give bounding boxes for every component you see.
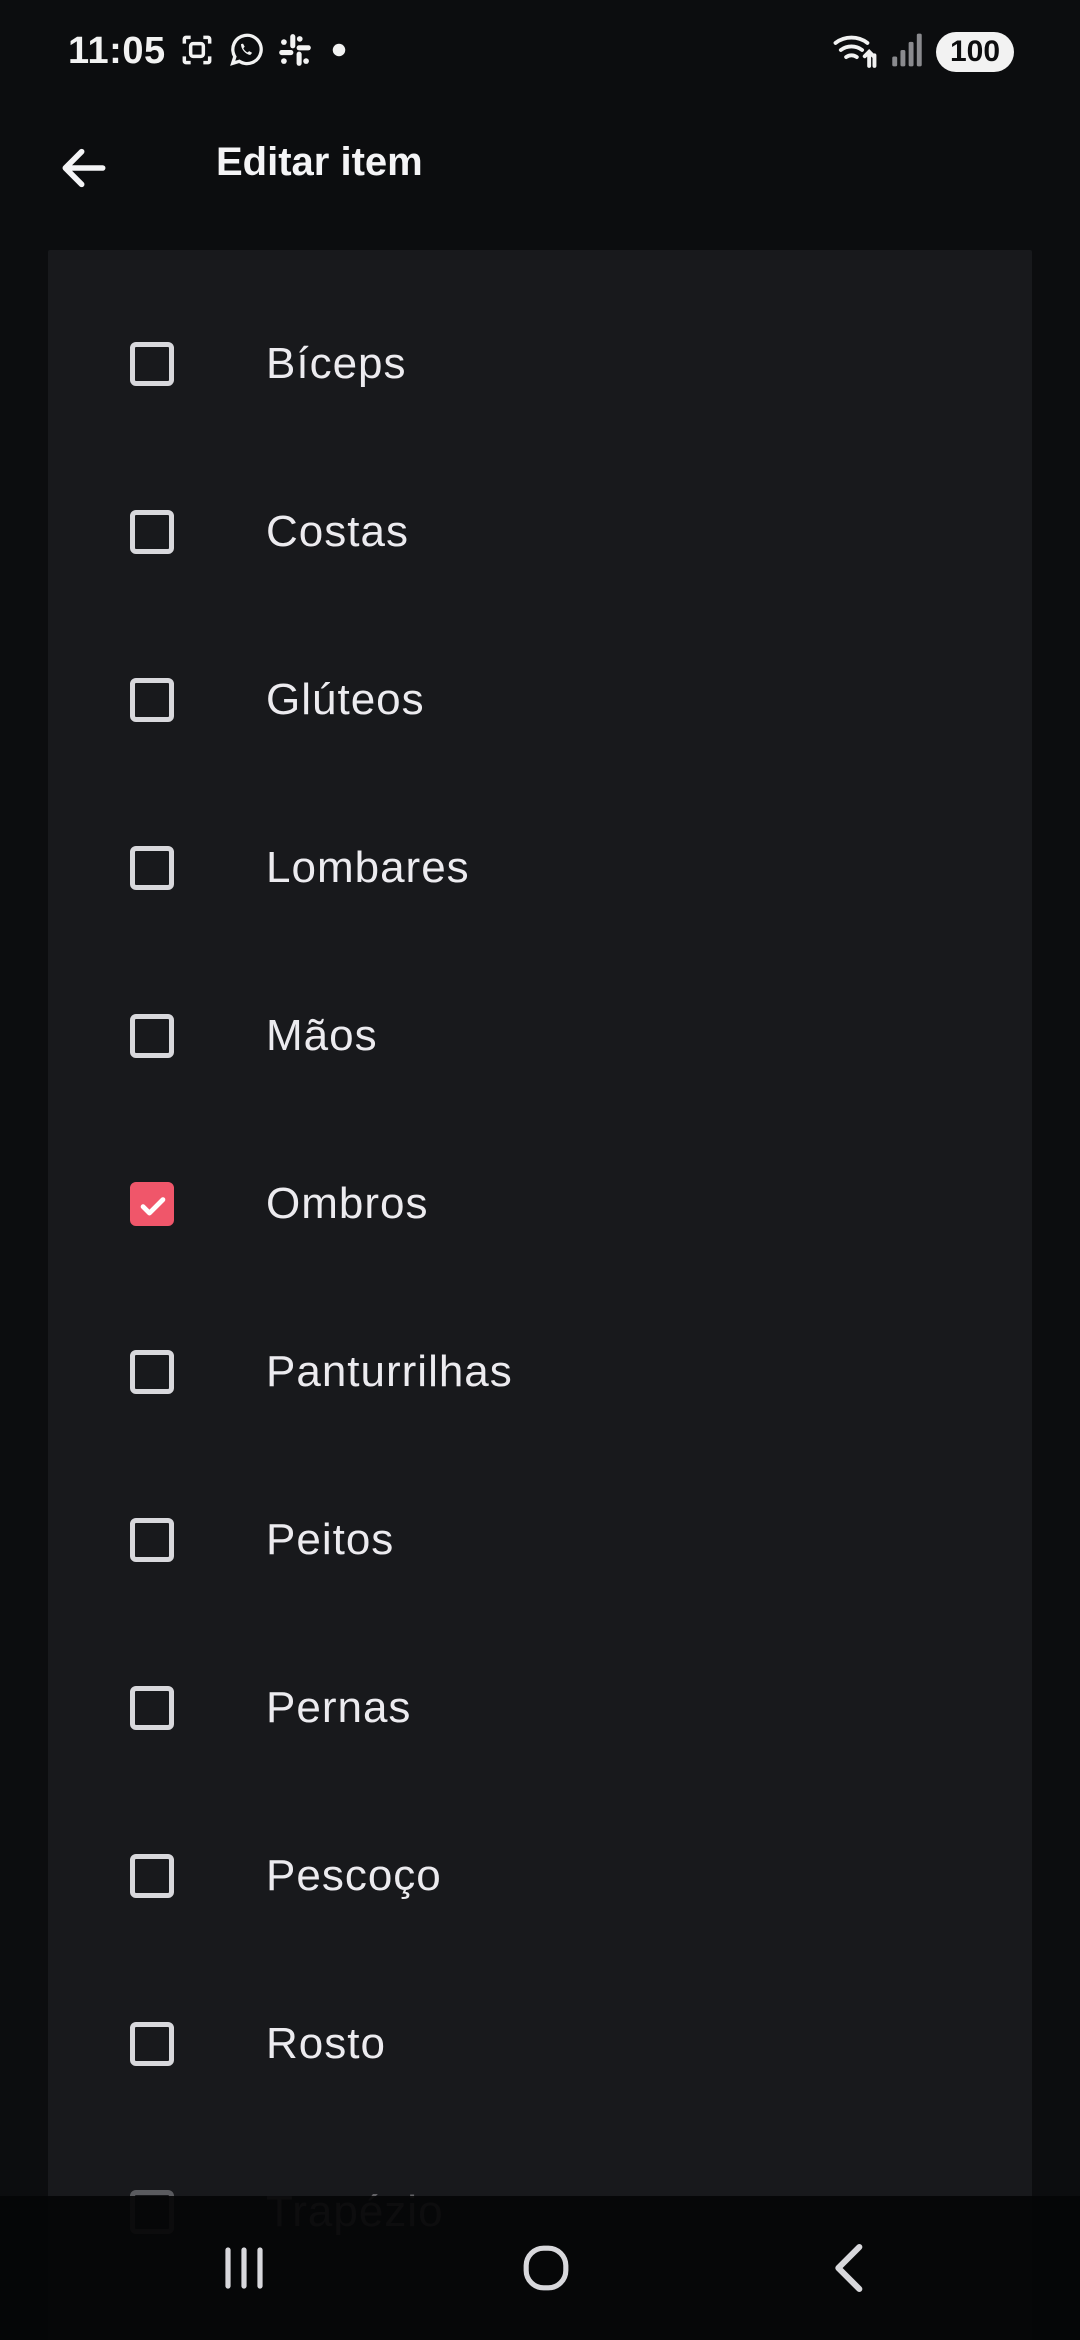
checkbox-checked[interactable] [130, 1182, 174, 1226]
list-item[interactable]: Costas [48, 448, 1032, 616]
list-item-label: Mãos [266, 1011, 378, 1060]
back-button[interactable] [44, 130, 124, 206]
arrow-left-icon [62, 148, 106, 188]
checkbox[interactable] [130, 1854, 174, 1898]
list-item[interactable]: Bíceps [48, 280, 1032, 448]
checkbox[interactable] [130, 1350, 174, 1394]
wifi-icon [832, 30, 878, 75]
home-icon [523, 2245, 569, 2291]
home-button[interactable] [476, 2196, 616, 2340]
checkbox[interactable] [130, 846, 174, 890]
checkbox[interactable] [130, 1518, 174, 1562]
checkbox[interactable] [130, 1014, 174, 1058]
signal-icon [890, 32, 924, 73]
list-item[interactable]: Mãos [48, 952, 1032, 1120]
whatsapp-icon [226, 30, 266, 75]
checkbox[interactable] [130, 678, 174, 722]
muscle-list: Bíceps Costas Glúteos Lombares Mãos Ombr… [48, 250, 1032, 2340]
list-item-label: Glúteos [266, 675, 425, 724]
list-item[interactable]: Ombros [48, 1120, 1032, 1288]
status-time: 11:05 [68, 30, 166, 72]
list-item-label: Costas [266, 507, 409, 556]
recents-icon [225, 2247, 263, 2289]
status-icons-right: 100 [832, 28, 1014, 76]
checkbox[interactable] [130, 2022, 174, 2066]
list-item[interactable]: Pernas [48, 1624, 1032, 1792]
screenshot-icon [178, 31, 216, 74]
battery-indicator: 100 [936, 32, 1014, 72]
system-nav-bar [0, 2196, 1080, 2340]
page-title: Editar item [216, 140, 423, 184]
list-item-label: Lombares [266, 843, 470, 892]
list-item[interactable]: Pescoço [48, 1792, 1032, 1960]
list-item[interactable]: Rosto [48, 1960, 1032, 2128]
list-item[interactable]: Glúteos [48, 616, 1032, 784]
list-item[interactable]: Peitos [48, 1456, 1032, 1624]
checkbox[interactable] [130, 342, 174, 386]
back-chevron-icon [835, 2243, 863, 2293]
list-item-label: Peitos [266, 1515, 395, 1564]
recents-button[interactable] [174, 2196, 314, 2340]
list-item-label: Pescoço [266, 1851, 442, 1900]
list-item[interactable]: Panturrilhas [48, 1288, 1032, 1456]
list-item[interactable]: Lombares [48, 784, 1032, 952]
checkbox[interactable] [130, 510, 174, 554]
dot-icon [324, 35, 354, 70]
list-item-label: Rosto [266, 2019, 386, 2068]
status-icons-left [178, 30, 354, 74]
list-item-label: Pernas [266, 1683, 412, 1732]
slack-icon [276, 31, 314, 74]
list-item-label: Panturrilhas [266, 1347, 513, 1396]
status-bar: 11:05 100 [0, 0, 1080, 104]
app-bar: Editar item [0, 104, 1080, 228]
list-item-label: Bíceps [266, 339, 407, 388]
list-item-label: Ombros [266, 1179, 429, 1228]
nav-back-button[interactable] [780, 2196, 920, 2340]
checkmark-icon [140, 1197, 166, 1216]
checkbox[interactable] [130, 1686, 174, 1730]
